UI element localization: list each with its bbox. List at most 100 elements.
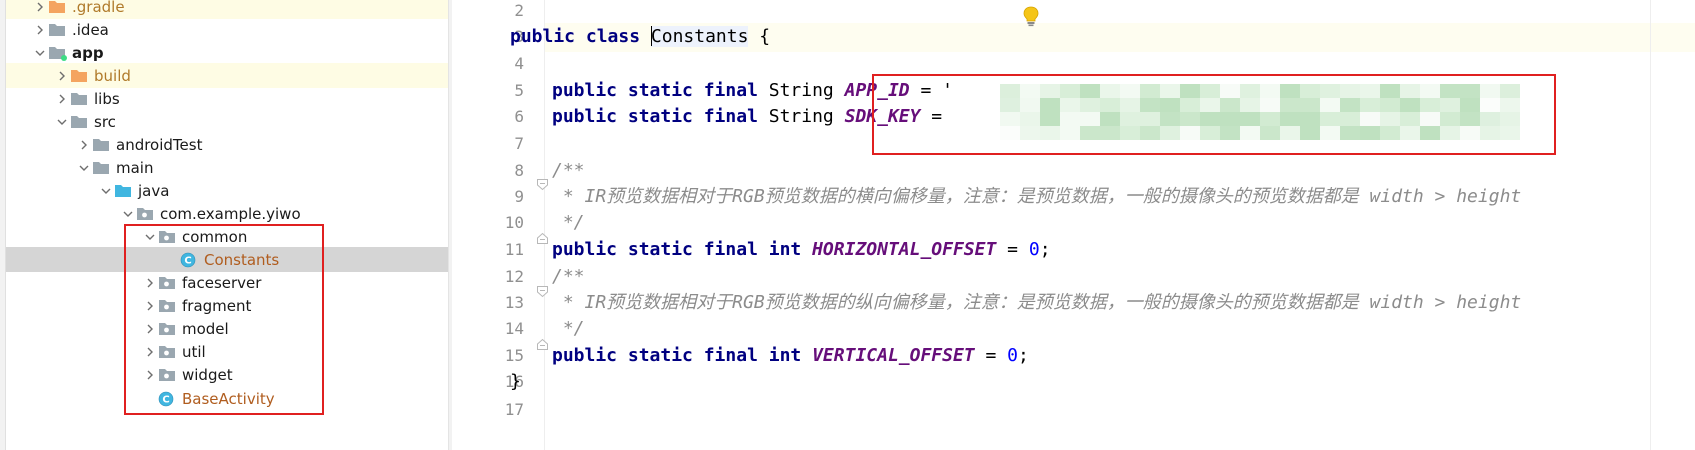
package-icon bbox=[158, 339, 178, 364]
blur-pixel bbox=[1500, 84, 1520, 98]
class-icon: C bbox=[180, 247, 200, 272]
blur-pixel bbox=[1240, 126, 1260, 140]
blur-pixel bbox=[1360, 84, 1380, 98]
chevron-down-icon[interactable] bbox=[142, 224, 158, 249]
line-number: 12 bbox=[504, 267, 524, 286]
tree-item-build[interactable]: build bbox=[6, 63, 452, 88]
fold-marker-icon[interactable] bbox=[536, 338, 549, 351]
code-line-15[interactable]: public static final int VERTICAL_OFFSET … bbox=[545, 342, 1695, 371]
blur-pixel bbox=[1260, 126, 1280, 140]
tree-item-util[interactable]: util bbox=[6, 339, 452, 364]
chevron-right-icon[interactable] bbox=[54, 86, 70, 111]
code-line-10[interactable]: */ bbox=[545, 209, 1695, 238]
class-name: Constants bbox=[650, 26, 749, 47]
tree-item-widget[interactable]: widget bbox=[6, 362, 452, 387]
blur-pixel bbox=[1380, 98, 1400, 112]
tree-item-com-example-yiwo[interactable]: com.example.yiwo bbox=[6, 201, 452, 226]
code-line-14[interactable]: */ bbox=[545, 315, 1695, 344]
code-line-3[interactable]: public class Constants { bbox=[510, 23, 1695, 52]
blur-pixel bbox=[1320, 84, 1340, 98]
chevron-right-icon[interactable] bbox=[76, 132, 92, 157]
tree-item-androidtest[interactable]: androidTest bbox=[6, 132, 452, 157]
chevron-down-icon[interactable] bbox=[54, 109, 70, 134]
tree-item-fragment[interactable]: fragment bbox=[6, 293, 452, 318]
blur-pixel bbox=[1120, 126, 1140, 140]
chevron-right-icon[interactable] bbox=[142, 339, 158, 364]
tree-item-label: main bbox=[116, 158, 154, 177]
blur-pixel bbox=[1440, 112, 1460, 126]
tree-item-common[interactable]: common bbox=[6, 224, 452, 249]
tree-item-libs[interactable]: libs bbox=[6, 86, 452, 111]
chevron-down-icon[interactable] bbox=[32, 40, 48, 65]
tree-item-java[interactable]: java bbox=[6, 178, 452, 203]
tree-item-main[interactable]: main bbox=[6, 155, 452, 180]
blur-pixel bbox=[1420, 112, 1440, 126]
code-line-11[interactable]: public static final int HORIZONTAL_OFFSE… bbox=[545, 236, 1695, 265]
lightbulb-icon[interactable] bbox=[1022, 5, 1040, 27]
blur-pixel bbox=[1000, 112, 1020, 126]
line-number: 10 bbox=[504, 213, 524, 232]
code-line-16[interactable]: } bbox=[510, 368, 1695, 397]
chevron-down-icon[interactable] bbox=[76, 155, 92, 180]
blur-pixel bbox=[1000, 126, 1020, 140]
blur-pixel bbox=[1440, 98, 1460, 112]
number-literal: 0 bbox=[1007, 345, 1019, 366]
blur-pixel bbox=[1340, 98, 1360, 112]
fold-marker-icon[interactable] bbox=[536, 178, 549, 191]
blur-pixel bbox=[1300, 126, 1320, 140]
right-margin-guide bbox=[1650, 0, 1651, 450]
blur-pixel bbox=[1420, 98, 1440, 112]
tree-item-idea[interactable]: .idea bbox=[6, 17, 452, 42]
chevron-right-icon[interactable] bbox=[142, 270, 158, 295]
blur-pixel bbox=[1020, 126, 1040, 140]
blur-pixel bbox=[1100, 126, 1120, 140]
blur-pixel bbox=[1280, 112, 1300, 126]
tree-item-app[interactable]: app bbox=[6, 40, 452, 65]
chevron-down-icon[interactable] bbox=[98, 178, 114, 203]
line-number-gutter[interactable]: 2 3 4 5 6 7 8 9 10 11 12 13 14 15 16 17 bbox=[462, 0, 545, 450]
tree-item-label: model bbox=[182, 319, 229, 338]
folder-icon bbox=[70, 109, 90, 134]
blur-pixel bbox=[1320, 98, 1340, 112]
tree-item-src[interactable]: src bbox=[6, 109, 452, 134]
blur-pixel bbox=[1260, 84, 1280, 98]
code-line-8[interactable]: /** bbox=[545, 157, 1695, 186]
code-line-13[interactable]: * IR预览数据相对于RGB预览数据的纵向偏移量，注意：是预览数据，一般的摄像头… bbox=[545, 289, 1695, 318]
chevron-right-icon[interactable] bbox=[142, 362, 158, 387]
chevron-right-icon[interactable] bbox=[142, 316, 158, 341]
number-literal: 0 bbox=[1028, 239, 1040, 260]
operator: = ' bbox=[909, 80, 953, 101]
fold-marker-icon[interactable] bbox=[536, 232, 549, 245]
chevron-right-icon[interactable] bbox=[142, 293, 158, 318]
tree-item-baseactivity[interactable]: C BaseActivity bbox=[6, 386, 452, 411]
code-editor[interactable]: public class Constants { public static f… bbox=[510, 0, 1695, 450]
blur-pixel bbox=[1300, 98, 1320, 112]
chevron-down-icon[interactable] bbox=[120, 201, 136, 226]
chevron-right-icon[interactable] bbox=[54, 63, 70, 88]
keyword: public static final bbox=[552, 80, 769, 101]
tree-scrollbar[interactable] bbox=[448, 0, 452, 450]
tree-item-label: BaseActivity bbox=[182, 389, 275, 408]
package-icon bbox=[158, 362, 178, 387]
doc-comment-close: */ bbox=[552, 318, 585, 339]
blur-pixel bbox=[1200, 126, 1220, 140]
project-tree[interactable]: .gradle .idea app build libs src androidTest ma… bbox=[0, 0, 452, 450]
blur-pixel bbox=[1320, 112, 1340, 126]
package-icon bbox=[158, 316, 178, 341]
class-icon: C bbox=[158, 386, 178, 411]
doc-comment-open: /** bbox=[552, 266, 585, 287]
tree-item-model[interactable]: model bbox=[6, 316, 452, 341]
doc-comment-text: * IR预览数据相对于RGB预览数据的横向偏移量，注意：是预览数据，一般的摄像头… bbox=[552, 186, 1522, 207]
blur-pixel bbox=[1140, 112, 1160, 126]
tree-item-label: .idea bbox=[72, 20, 109, 39]
code-line-12[interactable]: /** bbox=[545, 263, 1695, 292]
code-line-9[interactable]: * IR预览数据相对于RGB预览数据的横向偏移量，注意：是预览数据，一般的摄像头… bbox=[545, 183, 1695, 212]
blur-pixel bbox=[1320, 126, 1340, 140]
chevron-right-icon[interactable] bbox=[32, 17, 48, 42]
tree-item-constants[interactable]: C Constants bbox=[6, 247, 452, 272]
blur-pixel bbox=[1280, 98, 1300, 112]
tree-item-faceserver[interactable]: faceserver bbox=[6, 270, 452, 295]
blur-pixel bbox=[1100, 112, 1120, 126]
fold-marker-icon[interactable] bbox=[536, 285, 549, 298]
